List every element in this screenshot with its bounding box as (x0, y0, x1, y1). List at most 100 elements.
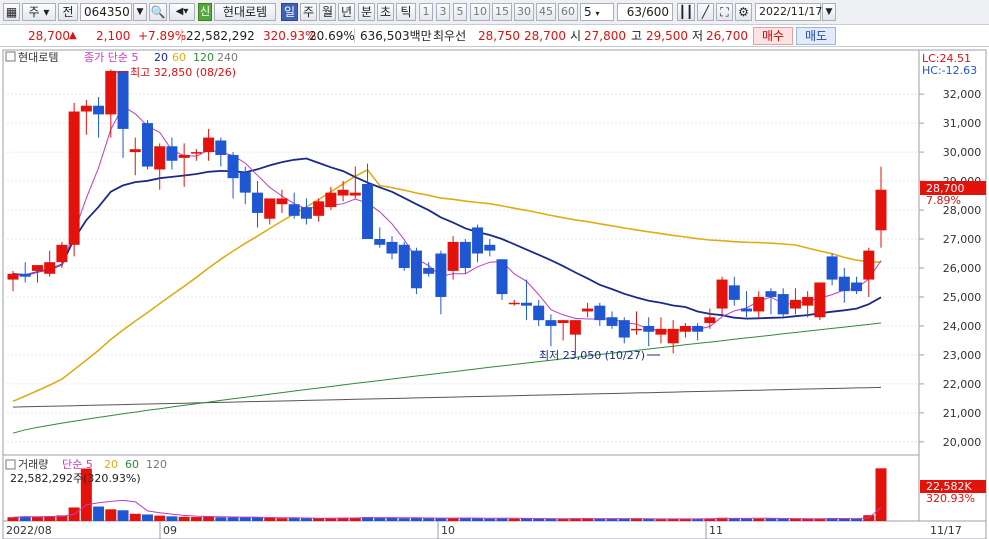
volume-pane[interactable] (2, 454, 920, 522)
volume-ma5: 단순 5 (62, 458, 93, 471)
interval-45[interactable]: 45 (536, 3, 556, 21)
interval-1[interactable]: 1 (419, 3, 433, 21)
volume-bar (374, 517, 386, 521)
candle-down (215, 140, 227, 155)
period-year-tab[interactable]: 년 (338, 3, 355, 21)
candle-down (472, 227, 484, 254)
candle-down (533, 305, 545, 321)
interval-input-value: 5 (584, 5, 592, 19)
interval-15[interactable]: 15 (492, 3, 512, 21)
interval-spin-icon[interactable]: ▾ (595, 9, 599, 18)
period-second-tab[interactable]: 초 (377, 3, 394, 21)
interval-3[interactable]: 3 (436, 3, 450, 21)
period-month-tab[interactable]: 월 (319, 3, 336, 21)
candle-up (56, 244, 68, 263)
candle-down (851, 282, 863, 292)
candle-down (728, 285, 740, 300)
legend-ma20: 20 (154, 51, 168, 64)
date-axis (2, 520, 987, 539)
y-tick-label: 25,000 (943, 291, 982, 304)
candle-up (667, 328, 679, 344)
candle-down (826, 256, 838, 280)
volume-bar (398, 518, 410, 521)
settings-icon[interactable]: ⚙ (735, 3, 752, 21)
candle-up (508, 302, 520, 305)
bar-count-input[interactable]: 63/600 (617, 3, 673, 21)
change-percent: +7.89% (138, 29, 187, 43)
sell-button[interactable]: 매도 (796, 27, 836, 45)
candle-down (520, 302, 532, 306)
y-tick-label: 31,000 (943, 117, 982, 130)
open-price: 27,800 (584, 29, 626, 43)
volume-bar (447, 518, 459, 521)
hc-readout: HC:-12.63 (922, 64, 977, 77)
y-tick-label: 20,000 (943, 436, 982, 449)
volume-bar (264, 517, 276, 521)
code-dropdown-icon[interactable]: ▼ (133, 3, 147, 21)
volume-bar (215, 517, 227, 521)
bar-count-value: 63 (626, 5, 643, 19)
period-tick-tab[interactable]: 틱 (396, 3, 416, 21)
chart-area[interactable]: 32,00031,00030,00029,00028,00027,00026,0… (0, 47, 989, 539)
candle-down (496, 259, 508, 295)
volume-bar (117, 510, 129, 521)
period-day-tab[interactable]: 일 (281, 3, 298, 21)
buy-button[interactable]: 매수 (753, 27, 793, 45)
candle-down (166, 146, 178, 161)
volume-bar (545, 518, 557, 521)
volume-bar (178, 516, 190, 521)
market-select[interactable]: 주 ▾ (22, 3, 56, 21)
volume-bar (288, 517, 300, 521)
volume-bar (227, 517, 239, 521)
period-minute-tab[interactable]: 분 (358, 3, 375, 21)
line-draw-icon[interactable]: ╱ (697, 3, 714, 21)
date-label-nov: 11 (709, 524, 723, 537)
calendar-dropdown-icon[interactable]: ▼ (822, 3, 836, 21)
period-week-tab[interactable]: 주 (300, 3, 317, 21)
stock-code-input[interactable]: 064350 (80, 3, 132, 21)
candle-down (288, 204, 300, 216)
legend-ma60: 60 (172, 51, 186, 64)
volume-ma20: 20 (104, 458, 118, 471)
candle-down (300, 207, 312, 219)
candle-up (557, 320, 569, 324)
candle-down (545, 320, 557, 326)
fullscreen-icon[interactable]: ⛶ (716, 3, 733, 21)
volume-tag-percent: 320.93% (926, 492, 975, 505)
candle-down (643, 325, 655, 332)
candle-down (227, 154, 239, 179)
interval-input[interactable]: 5 ▾ (580, 3, 614, 21)
candle-type-icon[interactable]: ┃┃ (677, 3, 695, 21)
menu-grid-icon[interactable]: ▦ (3, 3, 20, 21)
candle-up (716, 279, 728, 309)
mode-select[interactable]: 전 (58, 3, 78, 21)
y-tick-label: 22,000 (943, 378, 982, 391)
candle-up (679, 325, 691, 332)
stock-chart[interactable]: 32,00031,00030,00029,00028,00027,00026,0… (0, 47, 989, 539)
candle-down (423, 267, 435, 274)
candle-down (435, 253, 447, 297)
candle-up (178, 154, 190, 158)
interval-60[interactable]: 60 (558, 3, 578, 21)
candle-up (875, 189, 887, 231)
stock-name[interactable]: 현대로템 (214, 3, 276, 21)
speaker-icon[interactable]: ◀▾ (169, 3, 195, 21)
interval-10[interactable]: 10 (470, 3, 490, 21)
date-input[interactable]: 2022/11/17 (755, 3, 822, 21)
search-icon[interactable]: 🔍 (149, 3, 167, 21)
volume-bar (203, 516, 215, 521)
candle-up (154, 146, 166, 170)
candle-down (239, 172, 251, 193)
interval-30[interactable]: 30 (514, 3, 534, 21)
candle-up (655, 328, 667, 335)
volume-legend-box-icon[interactable] (5, 459, 16, 470)
candle-down (741, 308, 753, 312)
candle-down (117, 70, 129, 129)
candle-up (190, 152, 202, 154)
candle-down (141, 123, 153, 167)
best-quote-label: 최우선 (433, 29, 467, 43)
interval-5[interactable]: 5 (453, 3, 467, 21)
volume-bar (166, 516, 178, 521)
price-change: 2,100 (96, 29, 131, 43)
legend-box-icon[interactable] (5, 51, 16, 62)
